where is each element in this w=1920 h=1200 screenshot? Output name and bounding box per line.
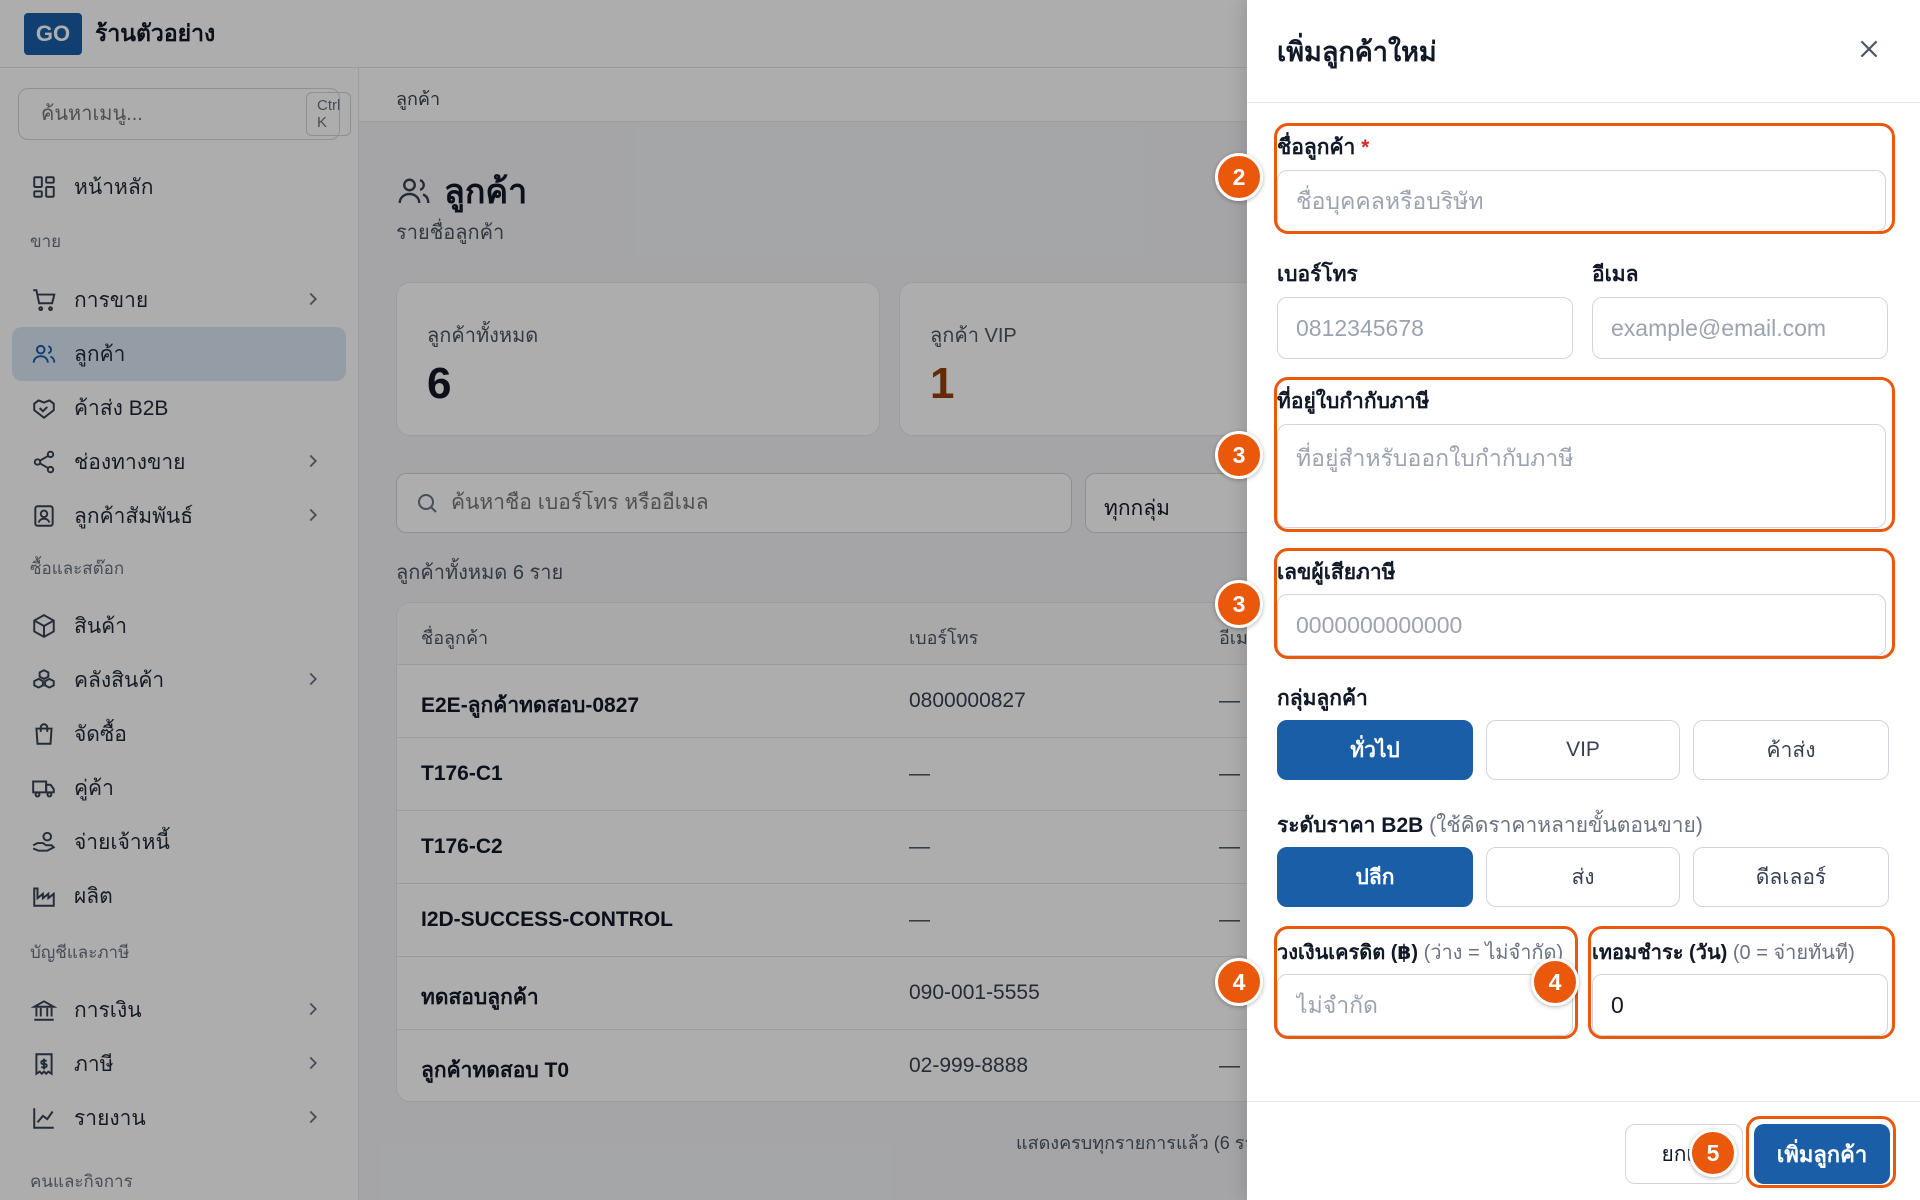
name-label: ชื่อลูกค้า *: [1277, 131, 1369, 164]
group-option-wholesale[interactable]: ค้าส่ง: [1693, 720, 1889, 780]
step-badge-4b: 4: [1531, 958, 1579, 1006]
modal-backdrop[interactable]: [0, 0, 1247, 1200]
name-label-text: ชื่อลูกค้า: [1277, 136, 1356, 159]
tax-address-textarea[interactable]: [1277, 424, 1886, 528]
group-label: กลุ่มลูกค้า: [1277, 687, 1368, 710]
tax-id-input[interactable]: [1277, 594, 1886, 656]
payment-term-label-text: เทอมชำระ (วัน): [1592, 942, 1728, 964]
close-icon[interactable]: [1856, 36, 1882, 62]
price-level-hint: (ใช้คิดราคาหลายขั้นตอนขาย): [1429, 814, 1703, 837]
drawer-footer: ยกเลิ เพิ่มลูกค้า: [1247, 1101, 1920, 1200]
email-label: อีเมล: [1592, 263, 1639, 286]
step-badge-3: 3: [1215, 431, 1263, 479]
step-badge-5: 5: [1689, 1129, 1737, 1177]
add-customer-drawer: เพิ่มลูกค้าใหม่ ชื่อลูกค้า * เบอร์โทร อี…: [1247, 0, 1920, 1200]
drawer-header: เพิ่มลูกค้าใหม่: [1247, 0, 1920, 103]
price-level-label-text: ระดับราคา B2B: [1277, 814, 1424, 837]
credit-limit-label: วงเงินเครดิต (฿) (ว่าง = ไม่จำกัด): [1277, 936, 1563, 968]
payment-term-input[interactable]: [1592, 974, 1888, 1036]
phone-label: เบอร์โทร: [1277, 263, 1358, 286]
credit-limit-input[interactable]: [1277, 974, 1573, 1036]
payment-term-hint: (0 = จ่ายทันที): [1732, 942, 1855, 964]
group-option-general[interactable]: ทั่วไป: [1277, 720, 1473, 780]
group-option-vip[interactable]: VIP: [1486, 720, 1680, 780]
price-level-option-retail[interactable]: ปลีก: [1277, 847, 1473, 907]
customer-name-input[interactable]: [1277, 170, 1886, 232]
step-badge-3b: 3: [1215, 580, 1263, 628]
step-badge-4: 4: [1215, 958, 1263, 1006]
payment-term-label: เทอมชำระ (วัน) (0 = จ่ายทันที): [1592, 936, 1855, 968]
app-root: GO ร้านตัวอย่าง Ctrl K หน้าหลัก ขาย การข…: [0, 0, 1920, 1200]
tax-id-label: เลขผู้เสียภาษี: [1277, 561, 1396, 584]
price-level-label: ระดับราคา B2B (ใช้คิดราคาหลายขั้นตอนขาย): [1277, 809, 1703, 842]
step-badge-2: 2: [1215, 153, 1263, 201]
email-input[interactable]: [1592, 297, 1888, 359]
phone-input[interactable]: [1277, 297, 1573, 359]
drawer-title: เพิ่มลูกค้าใหม่: [1277, 37, 1437, 67]
price-level-option-wholesale[interactable]: ส่ง: [1486, 847, 1680, 907]
add-customer-button[interactable]: เพิ่มลูกค้า: [1754, 1124, 1890, 1184]
price-level-option-dealer[interactable]: ดีลเลอร์: [1693, 847, 1889, 907]
credit-limit-label-text: วงเงินเครดิต (฿): [1277, 942, 1418, 964]
required-mark: *: [1361, 136, 1370, 159]
tax-address-label: ที่อยู่ใบกำกับภาษี: [1277, 390, 1430, 413]
